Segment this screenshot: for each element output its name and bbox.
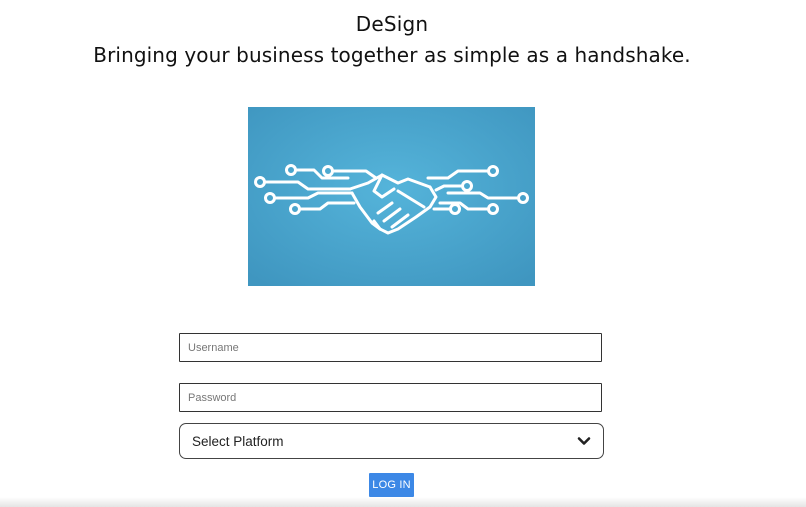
tagline: Bringing your business together as simpl… xyxy=(93,43,691,67)
hero-image xyxy=(248,107,535,286)
bottom-shadow xyxy=(0,497,806,507)
app-title: DeSign xyxy=(355,12,429,36)
username-input[interactable] xyxy=(179,333,602,362)
platform-select-value: Select Platform xyxy=(192,433,284,449)
password-input[interactable] xyxy=(179,383,602,412)
platform-select[interactable]: Select Platform xyxy=(179,423,604,459)
chevron-down-icon xyxy=(577,436,591,446)
login-button[interactable]: LOG IN xyxy=(369,473,414,497)
circuit-handshake-icon xyxy=(248,107,535,286)
login-page: DeSign Bringing your business together a… xyxy=(0,0,806,507)
